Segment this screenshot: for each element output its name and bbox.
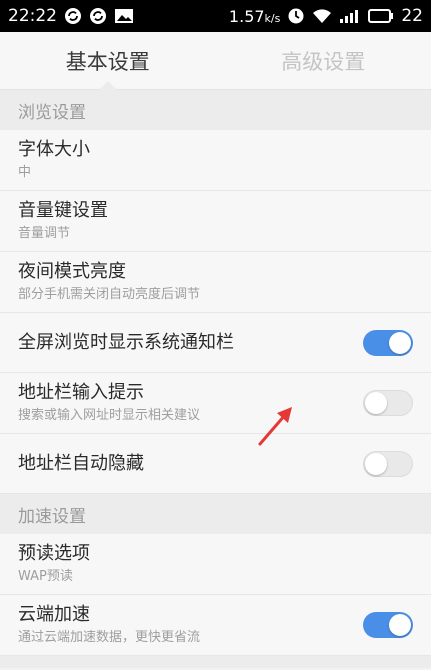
address-autohide-toggle[interactable] [363, 450, 413, 477]
setting-title: 字体大小 [18, 139, 90, 160]
setting-title: 地址栏输入提示 [18, 382, 144, 403]
cloud-accel-toggle[interactable] [363, 612, 413, 638]
setting-value: 音量调节 [18, 226, 71, 241]
network-speed: 1.57k/s [228, 6, 281, 26]
setting-title: 音量键设置 [18, 200, 108, 221]
setting-title: 夜间模式亮度 [18, 261, 126, 282]
toggle-knob [365, 452, 387, 475]
fullscreen-notify-toggle[interactable] [363, 329, 413, 356]
setting-description: 部分手机需关闭自动亮度后调节 [18, 287, 201, 302]
tab-advanced-settings[interactable]: 高级设置 [216, 32, 431, 89]
toggle-knob [389, 331, 411, 354]
bottom-strip [0, 656, 431, 668]
setting-title: 预读选项 [18, 543, 90, 564]
tab-basic-settings[interactable]: 基本设置 [0, 32, 216, 90]
setting-font-size[interactable]: 字体大小 中 [0, 130, 431, 191]
setting-value: WAP预读 [18, 569, 73, 584]
setting-volume-key[interactable]: 音量键设置 音量调节 [0, 191, 431, 252]
toggle-knob [389, 614, 411, 636]
sync-icon [64, 7, 82, 25]
setting-address-autohide[interactable]: 地址栏自动隐藏 [0, 434, 431, 494]
status-time: 22:22 [8, 6, 57, 26]
wifi-icon [312, 8, 332, 24]
setting-title: 地址栏自动隐藏 [18, 452, 144, 474]
status-signal-text: 22 [401, 6, 423, 26]
setting-cloud-accel[interactable]: 云端加速 通过云端加速数据，更快更省流 [0, 595, 431, 656]
sync-icon [89, 7, 107, 25]
section-header-accelerate: 加速设置 [0, 494, 431, 534]
settings-tabs: 基本设置 高级设置 [0, 32, 431, 90]
setting-title: 全屏浏览时显示系统通知栏 [18, 331, 234, 353]
annotation-arrow-icon [258, 407, 292, 446]
toggle-knob [365, 392, 387, 414]
setting-fullscreen-notify[interactable]: 全屏浏览时显示系统通知栏 [0, 313, 431, 373]
signal-icon [339, 8, 361, 24]
section-header-browse: 浏览设置 [0, 90, 431, 130]
status-right: 1.57k/s 22 [229, 6, 423, 26]
setting-night-brightness[interactable]: 夜间模式亮度 部分手机需关闭自动亮度后调节 [0, 252, 431, 313]
setting-preread[interactable]: 预读选项 WAP预读 [0, 534, 431, 595]
status-bar: 22:22 1.57k/s 22 [0, 0, 431, 32]
status-left: 22:22 [8, 6, 134, 26]
setting-value: 中 [18, 165, 32, 180]
setting-title: 云端加速 [18, 604, 90, 625]
setting-description: 通过云端加速数据，更快更省流 [18, 630, 201, 645]
address-hint-toggle[interactable] [363, 390, 413, 416]
image-icon [114, 8, 134, 24]
setting-address-hint[interactable]: 地址栏输入提示 搜索或输入网址时显示相关建议 [0, 373, 431, 434]
setting-description: 搜索或输入网址时显示相关建议 [18, 408, 201, 423]
battery-icon [368, 8, 394, 24]
alarm-icon [287, 7, 305, 25]
